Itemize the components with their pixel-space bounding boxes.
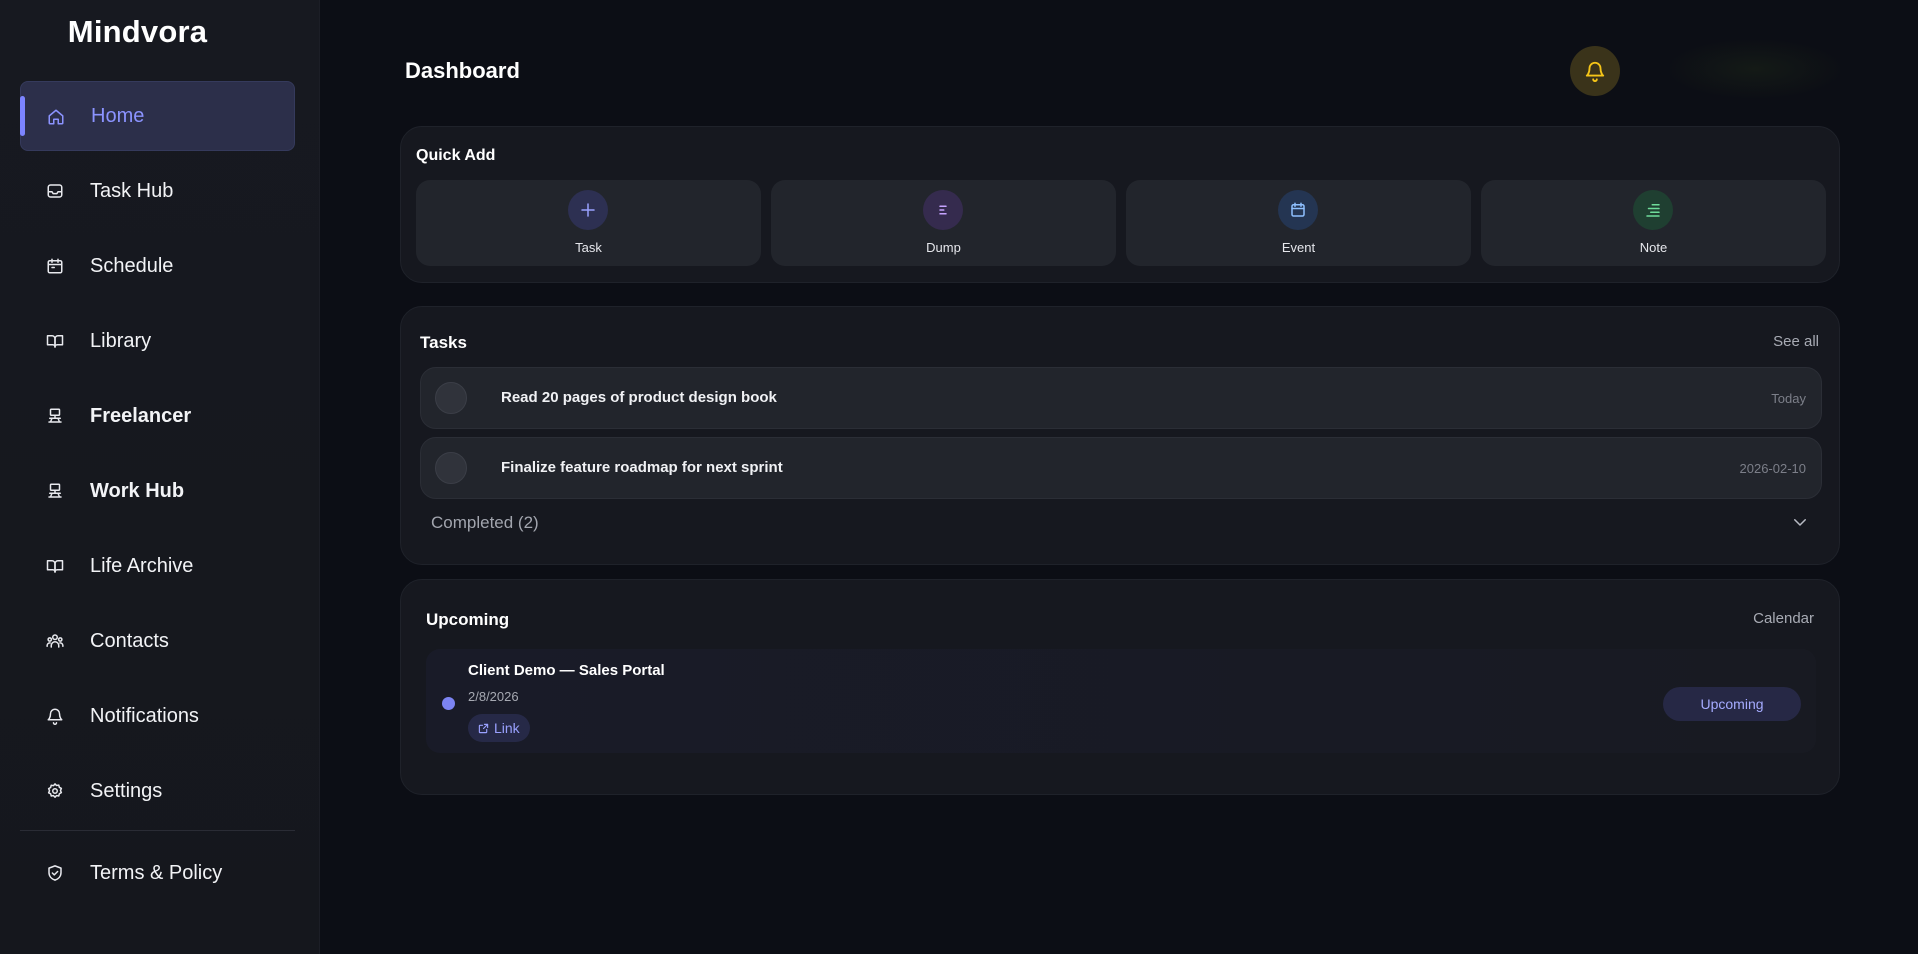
sidebar-item-library[interactable]: Library: [20, 306, 295, 376]
book-icon: [46, 332, 64, 350]
sidebar-item-contacts[interactable]: Contacts: [20, 606, 295, 676]
event-date: 2/8/2026: [468, 689, 519, 704]
event-item[interactable]: Client Demo — Sales Portal 2/8/2026 Link…: [426, 649, 1816, 753]
sidebar-item-label: Notifications: [90, 704, 199, 727]
task-date: 2026-02-10: [1739, 461, 1807, 476]
completed-toggle[interactable]: Completed (2): [431, 513, 539, 533]
quick-add-label: Task: [575, 240, 602, 255]
calendar-link[interactable]: Calendar: [1753, 610, 1814, 627]
sidebar: Mindvora Home Task Hub Schedule Library …: [0, 0, 320, 954]
see-all-link[interactable]: See all: [1773, 333, 1819, 350]
tasks-title: Tasks: [420, 333, 467, 352]
event-dot: [442, 697, 455, 710]
quick-add-note-button[interactable]: Note: [1481, 180, 1826, 266]
sidebar-item-terms-policy[interactable]: Terms & Policy: [20, 838, 295, 908]
quick-add-grid: Task Dump Event Note: [416, 180, 1826, 266]
upcoming-card: Upcoming Calendar Client Demo — Sales Po…: [400, 579, 1840, 795]
quick-add-label: Event: [1281, 240, 1316, 255]
sidebar-item-freelancer[interactable]: Freelancer: [20, 381, 295, 451]
page-title: Dashboard: [405, 58, 520, 83]
app-root: Mindvora Home Task Hub Schedule Library …: [0, 0, 1918, 954]
quick-add-card: Quick Add Task Dump Event Note: [400, 126, 1840, 283]
sidebar-bottom: Terms & Policy: [20, 838, 295, 913]
sidebar-item-label: Task Hub: [90, 179, 174, 202]
task-checkbox[interactable]: [435, 452, 467, 484]
inbox-icon: [46, 182, 64, 200]
task-text: Finalize feature roadmap for next sprint: [501, 459, 783, 476]
quick-add-title: Quick Add: [416, 147, 496, 164]
gear-icon: [46, 782, 64, 800]
task-date: Today: [1771, 391, 1806, 406]
home-icon: [47, 108, 65, 126]
users-icon: [46, 632, 64, 650]
task-text: Read 20 pages of product design book: [501, 389, 777, 406]
sidebar-item-work-hub[interactable]: Work Hub: [20, 456, 295, 526]
chevron-down-icon[interactable]: [1791, 513, 1809, 531]
sidebar-item-notifications[interactable]: Notifications: [20, 681, 295, 751]
sidebar-item-label: Terms & Policy: [90, 861, 223, 884]
sidebar-item-label: Settings: [90, 779, 163, 802]
notifications-button[interactable]: [1570, 46, 1620, 96]
quick-add-dump-button[interactable]: Dump: [771, 180, 1116, 266]
calendar-icon: [1278, 190, 1318, 230]
bell-icon: [1585, 61, 1605, 82]
shield-icon: [46, 864, 64, 882]
lines-icon: [923, 190, 963, 230]
quick-add-task-button[interactable]: Task: [416, 180, 761, 266]
calendar-icon: [46, 257, 64, 275]
task-row[interactable]: Read 20 pages of product design book Tod…: [420, 367, 1822, 429]
brand-logo[interactable]: Mindvora: [0, 14, 275, 50]
sidebar-item-label: Work Hub: [90, 479, 185, 502]
sidebar-item-label: Home: [91, 104, 145, 127]
sidebar-divider: [20, 830, 295, 831]
plus-icon: [568, 190, 608, 230]
sidebar-item-label: Library: [90, 329, 152, 352]
quick-add-label: Dump: [926, 240, 961, 255]
event-title: Client Demo — Sales Portal: [468, 662, 665, 679]
bell-icon: [46, 707, 64, 725]
sidebar-item-label: Schedule: [90, 254, 174, 277]
upcoming-title: Upcoming: [426, 610, 510, 629]
sidebar-nav: Home Task Hub Schedule Library Freelance…: [20, 81, 295, 831]
laptop-icon: [46, 407, 64, 425]
laptop-icon: [46, 482, 64, 500]
sidebar-item-label: Freelancer: [90, 404, 192, 427]
profile-area[interactable]: [1670, 40, 1840, 98]
external-link-icon: [478, 723, 489, 733]
note-icon: [1633, 190, 1673, 230]
quick-add-label: Note: [1639, 240, 1668, 255]
event-link-label: Link: [494, 720, 520, 736]
task-checkbox[interactable]: [435, 382, 467, 414]
sidebar-item-label: Life Archive: [90, 554, 194, 577]
tasks-card: Tasks See all Read 20 pages of product d…: [400, 306, 1840, 565]
event-link-button[interactable]: Link: [468, 714, 530, 742]
book-icon: [46, 557, 64, 575]
sidebar-item-life-archive[interactable]: Life Archive: [20, 531, 295, 601]
quick-add-event-button[interactable]: Event: [1126, 180, 1471, 266]
status-badge: Upcoming: [1663, 687, 1801, 721]
sidebar-item-schedule[interactable]: Schedule: [20, 231, 295, 301]
sidebar-item-home[interactable]: Home: [20, 81, 295, 151]
sidebar-item-label: Contacts: [90, 629, 169, 652]
sidebar-item-settings[interactable]: Settings: [20, 756, 295, 826]
task-row[interactable]: Finalize feature roadmap for next sprint…: [420, 437, 1822, 499]
sidebar-item-task-hub[interactable]: Task Hub: [20, 156, 295, 226]
